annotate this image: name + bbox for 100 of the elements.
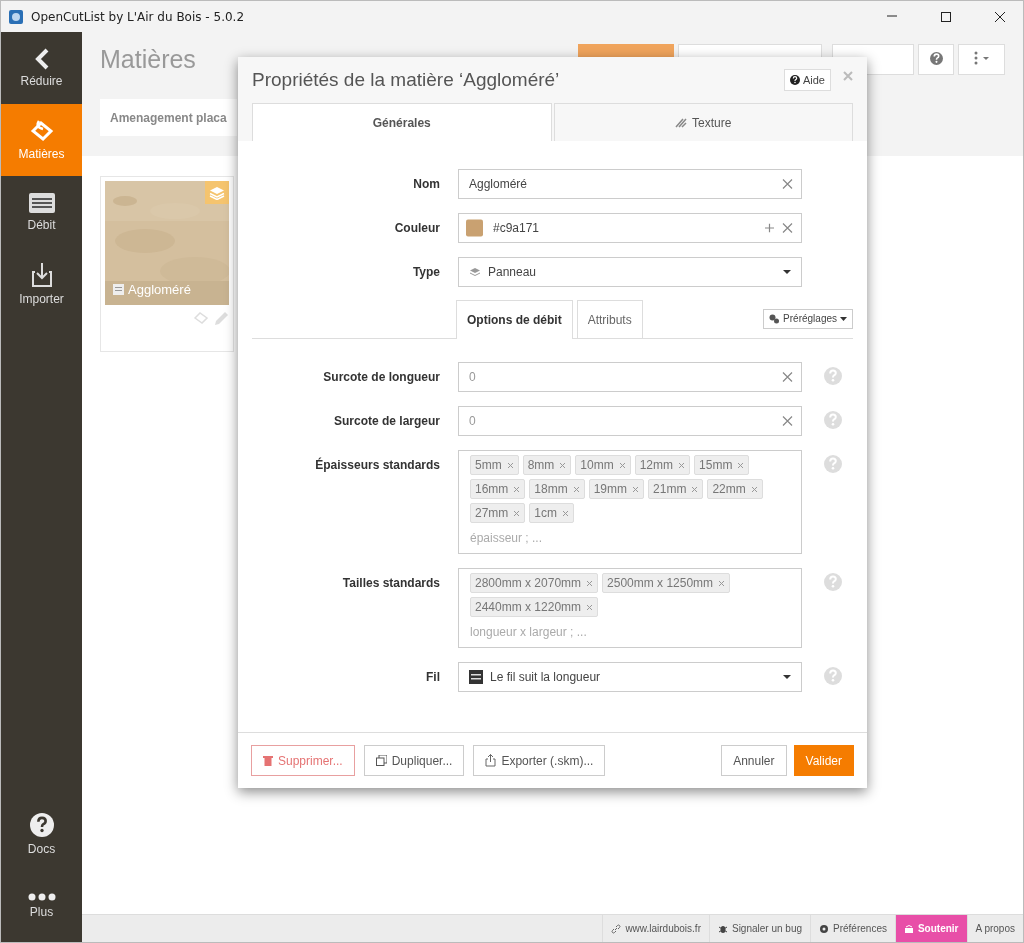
status-link[interactable]: www.lairdubois.fr [602,915,709,942]
panel-icon [469,267,481,277]
remove-tag-icon[interactable] [562,509,569,517]
field-label: Surcote de longueur [322,369,440,386]
page-title: Matières [100,45,197,74]
tag-list-field[interactable]: 5mm 8mm 10mm 12mm 15mm 16mm 18mm 19mm 21mm 22mm 27mm 1cm épaisseur ; ... [458,450,802,554]
sidebar-item[interactable]: Importer [1,248,82,320]
cancel-button[interactable]: Annuler [721,745,787,776]
remove-tag-icon[interactable] [572,485,580,493]
hatch-icon [675,117,688,128]
maximize-icon[interactable] [940,10,952,23]
tag-label: 2500mm x 1250mm [607,576,714,590]
tag-label: 2440mm x 1220mm [475,600,582,614]
tab[interactable]: Texture [553,103,853,141]
help-icon [929,51,943,65]
presets-button[interactable]: Préréglages [763,308,853,329]
help-button[interactable] [918,44,954,75]
tag-label: 15mm [699,458,733,472]
tag-label: 21mm [653,482,687,496]
caret-icon [783,675,791,679]
clear-icon[interactable] [782,222,793,234]
field-label: Couleur [393,220,440,237]
remove-tag-icon[interactable] [513,509,521,517]
remove-tag-icon[interactable] [737,461,745,469]
tag-label: 19mm [593,482,628,496]
gift-icon [903,923,914,934]
tag-label: 18mm [534,482,568,496]
remove-tag-icon[interactable] [718,579,726,587]
sidebar-item[interactable]: Réduire [1,32,82,104]
pencil-icon[interactable] [213,311,229,327]
help-icon [824,573,842,591]
field-label: Surcote de largeur [332,413,440,430]
tab[interactable]: Attributs [576,300,643,338]
panel-icon [113,284,124,295]
help-icon [824,455,842,473]
duplicate-button[interactable]: Dupliquer... [363,745,465,776]
input-field[interactable]: 0 [458,362,802,392]
tag-label: 1cm [534,506,557,520]
help-icon [28,812,55,838]
tag-label: 16mm [475,482,509,496]
field-label: Épaisseurs standards [314,456,440,474]
add-icon[interactable] [765,223,774,233]
tag-label: 22mm [712,482,746,496]
field-label: Nom [412,176,440,193]
gears-icon [769,313,781,324]
link-icon [611,923,622,934]
tab[interactable]: Amenagement placa [100,99,237,136]
tab[interactable]: Options de débit [456,300,573,339]
tab[interactable]: Générales [252,103,552,141]
field-label: Type [411,264,440,281]
sidebar-item[interactable]: Débit [1,176,82,248]
clear-icon[interactable] [782,415,793,427]
tag-label: 5mm [475,458,502,472]
grain-icon [469,670,483,684]
clear-icon[interactable] [782,371,793,383]
export-icon [485,754,497,767]
copy-icon [375,755,387,766]
dropdown[interactable]: Le fil suit la longueur [458,662,802,692]
app-logo-icon [9,9,23,24]
tag-label: 8mm [527,458,555,472]
field-label: Fil [425,669,440,686]
remove-tag-icon[interactable] [691,485,699,493]
help-icon [824,411,842,429]
status-link[interactable]: A propos [966,915,1023,942]
tag-label: 2800mm x 2070mm [475,576,582,590]
clear-icon[interactable] [782,178,793,190]
remove-tag-icon[interactable] [618,461,626,469]
remove-tag-icon[interactable] [678,461,686,469]
help-icon [824,667,842,685]
tag-label: 27mm [475,506,509,520]
status-link[interactable]: Préférences [810,915,895,942]
more-icon [27,893,56,901]
help-icon [789,75,800,85]
bug-icon [717,923,728,934]
remove-tag-icon[interactable] [506,461,514,469]
list-icon [27,192,56,214]
sidebar-item[interactable]: Plus [1,870,82,942]
remove-tag-icon[interactable] [586,579,594,587]
tag-list-field[interactable]: 2800mm x 2070mm 2500mm x 1250mm 2440mm x 1220mm longueur x largeur ; ... [458,568,802,648]
sidebar-item[interactable]: Docs [1,798,82,870]
remove-tag-icon[interactable] [559,461,567,469]
input-field[interactable]: #c9a171 [458,213,802,243]
kebab-menu-icon [972,51,991,65]
material-name: Aggloméré [128,282,191,297]
input-field[interactable]: 0 [458,406,802,436]
remove-tag-icon[interactable] [632,485,640,493]
close-icon[interactable] [994,10,1006,23]
help-icon [824,367,842,385]
remove-tag-icon[interactable] [586,603,594,611]
dialog-title: Propriétés de la matière ‘Aggloméré’ [252,69,561,91]
caret-icon [840,316,847,321]
help-button[interactable]: Aide [783,69,831,91]
input-field[interactable]: Aggloméré [458,169,802,199]
field-label: Tailles standards [341,575,440,592]
caret-icon [783,270,791,274]
remove-tag-icon[interactable] [513,485,521,493]
status-link[interactable]: Signaler un bug [708,915,811,942]
remove-tag-icon[interactable] [750,485,758,493]
dropdown[interactable]: Panneau [458,257,802,287]
export-button[interactable]: Exporter (.skm)... [473,745,606,776]
